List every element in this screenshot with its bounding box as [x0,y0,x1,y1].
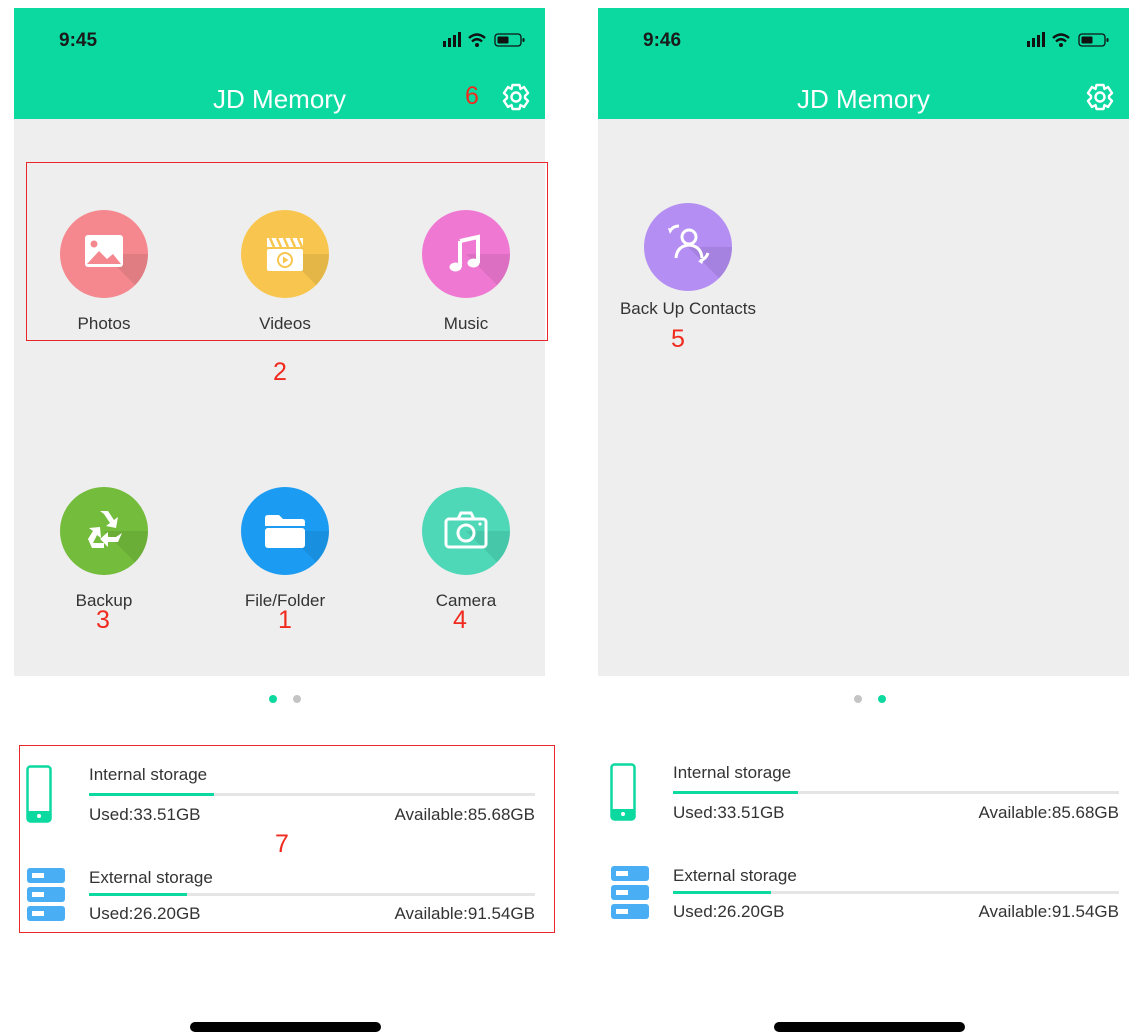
signal-icon [443,32,461,47]
back-up-contacts-tile[interactable]: Back Up Contacts [603,203,773,319]
wifi-icon [468,33,486,43]
app-title: JD Memory [797,84,930,114]
server-icon [611,866,649,919]
external-storage-title: External storage [673,866,797,885]
external-storage-panel[interactable]: External storage Used:26.20GB Available:… [598,866,1129,926]
callout-2: 2 [273,358,287,386]
internal-available: Available:85.68GB [978,803,1119,822]
callout-5: 5 [671,325,685,353]
page-indicator-dot-active[interactable] [269,695,277,703]
settings-gear-icon[interactable] [501,82,531,112]
phone-screen-page-2: 9:46 JD Memory Back Up Contacts 5 Intern… [598,0,1129,1032]
page-indicator-dot[interactable] [293,695,301,703]
signal-icon [1027,32,1045,47]
camera-tile[interactable]: Camera [391,487,541,611]
page-indicator-dot[interactable] [854,695,862,703]
backup-recycle-icon [60,487,148,575]
external-storage-bar [673,891,1119,894]
internal-used: Used:33.51GB [673,803,785,822]
internal-storage-fill [673,791,798,794]
backup-tile[interactable]: Backup [29,487,179,611]
callout-1: 1 [278,606,292,634]
highlight-box-storage [19,745,555,933]
settings-gear-icon[interactable] [1085,82,1115,112]
header-bar: 9:46 JD Memory [598,8,1129,119]
external-available: Available:91.54GB [978,902,1119,921]
callout-6: 6 [465,82,479,110]
status-icons [1027,32,1115,53]
file-folder-tile[interactable]: File/Folder [210,487,360,611]
external-storage-fill [673,891,772,894]
home-indicator[interactable] [774,1022,965,1032]
external-used: Used:26.20GB [673,902,785,921]
camera-icon [422,487,510,575]
internal-storage-title: Internal storage [673,763,792,782]
header-bar: 9:45 JD Memory 6 [14,8,545,119]
callout-3: 3 [96,606,110,634]
status-time: 9:46 [643,30,682,51]
phone-screen-page-1: 9:45 JD Memory 6 Photos Videos Music 2 B… [14,0,555,1032]
internal-storage-panel[interactable]: Internal storage Used:33.51GB Available:… [598,763,1129,823]
folder-icon [241,487,329,575]
battery-icon [494,33,525,47]
status-icons [443,32,531,53]
status-time: 9:45 [59,30,98,51]
page-indicator-dot-active[interactable] [878,695,886,703]
back-up-contacts-label: Back Up Contacts [619,299,757,318]
wifi-icon [1052,33,1070,43]
highlight-box-media [26,162,548,341]
callout-4: 4 [453,606,467,634]
phone-icon [610,763,636,821]
battery-icon [1078,33,1109,47]
contacts-sync-icon [644,203,732,291]
home-indicator[interactable] [190,1022,381,1032]
internal-storage-bar [673,791,1119,794]
